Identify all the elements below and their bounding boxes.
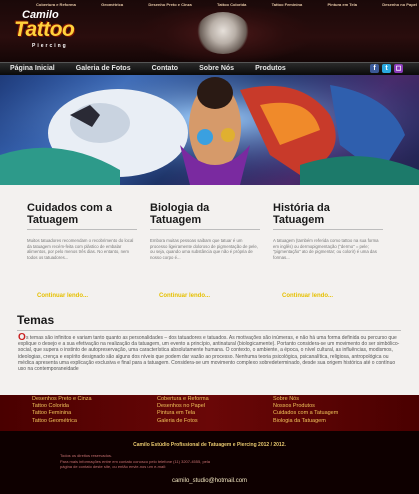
footer-link[interactable]: Pintura em Tela xyxy=(157,410,209,417)
card-title: História da Tatuagem xyxy=(273,202,330,226)
section-text: s temas são infinitos e variam tanto qua… xyxy=(18,335,400,373)
continue-reading-link[interactable]: Continuar lendo... xyxy=(37,293,88,299)
divider xyxy=(273,229,383,230)
footer-link[interactable]: Tattoo Colorida xyxy=(32,403,92,410)
card-text: A tatuagem (também referida como tattoo … xyxy=(273,238,379,260)
card-cuidados: Cuidados com a Tatuagem Muitos tatuadore… xyxy=(27,202,137,260)
footer-link[interactable]: Tattoo Feminina xyxy=(32,410,92,417)
tattoo-artwork-image xyxy=(0,75,419,185)
divider xyxy=(27,229,137,230)
logo-line-3: Piercing xyxy=(32,43,68,49)
card-title: Cuidados com a Tatuagem xyxy=(27,202,112,226)
top-link-preto-cinza[interactable]: Desenho Preto e Cinza xyxy=(148,1,191,9)
nav-item-home[interactable]: Página Inicial xyxy=(10,63,55,74)
footer-link[interactable]: Cuidados com a Tatuagem xyxy=(273,410,338,417)
card-text: Embora muitas pessoas saibam que tatuar … xyxy=(150,238,258,260)
nav-item-products[interactable]: Produtos xyxy=(255,63,286,74)
footer-note: Todos os direitos reservados. Para mais … xyxy=(60,453,360,470)
nav-item-about[interactable]: Sobre Nós xyxy=(199,63,234,74)
footer-link[interactable]: Cobertura e Reforma xyxy=(157,396,209,403)
footer-link[interactable]: Biologia da Tatuagem xyxy=(273,418,338,425)
main-nav: Página Inicial Galeria de Fotos Contato … xyxy=(0,62,419,76)
logo[interactable]: Camilo Tattoo Piercing xyxy=(8,8,100,58)
instagram-icon[interactable]: ◻ xyxy=(394,64,403,73)
rose-image xyxy=(196,12,250,54)
section-title: Temas xyxy=(17,313,55,327)
continue-reading-link[interactable]: Continuar lendo... xyxy=(159,293,210,299)
footer-link[interactable]: Sobre Nós xyxy=(273,396,338,403)
footer-column-3: Sobre Nós Nossos Produtos Cuidados com a… xyxy=(273,396,338,425)
footer-link[interactable]: Desenhos no Papel xyxy=(157,403,209,410)
divider xyxy=(17,330,401,331)
footer-link[interactable]: Galeria de Fotos xyxy=(157,418,209,425)
top-link-papel[interactable]: Desenho no Papel xyxy=(382,1,417,9)
nav-item-contact[interactable]: Contato xyxy=(152,63,178,74)
footer-link[interactable]: Tattoo Geométrica xyxy=(32,418,92,425)
footer-link[interactable]: Nossos Produtos xyxy=(273,403,338,410)
continue-reading-link[interactable]: Continuar lendo... xyxy=(282,293,333,299)
nav-item-gallery[interactable]: Galeria de Fotos xyxy=(76,63,131,74)
footer-column-2: Cobertura e Reforma Desenhos no Papel Pi… xyxy=(157,396,209,425)
divider xyxy=(150,229,260,230)
twitter-icon[interactable]: t xyxy=(382,64,391,73)
top-link-pintura[interactable]: Pintura em Tela xyxy=(328,1,358,9)
card-historia: História da Tatuagem A tatuagem (também … xyxy=(273,202,383,260)
hero-banner xyxy=(0,75,419,185)
footer-column-1: Desenhos Preto e Cinza Tattoo Colorida T… xyxy=(32,396,92,425)
facebook-icon[interactable]: f xyxy=(370,64,379,73)
card-text: Muitos tatuadores recomendam o recobrime… xyxy=(27,238,134,260)
logo-line-2: Tattoo xyxy=(14,18,75,41)
top-link-feminina[interactable]: Tattoo Feminina xyxy=(272,1,303,9)
top-link-geometrica[interactable]: Geométrica xyxy=(101,1,123,9)
footer-link[interactable]: Desenhos Preto e Cinza xyxy=(32,396,92,403)
card-biologia: Biologia da Tatuagem Embora muitas pesso… xyxy=(150,202,260,260)
top-link-colorida[interactable]: Tattoo Colorida xyxy=(217,1,246,9)
contact-text: página de contato deste site, ou então e… xyxy=(60,464,167,469)
copyright-text: Camilo Estúdio Profissional de Tatuagem … xyxy=(133,442,286,448)
card-title: Biologia da Tatuagem xyxy=(150,202,210,226)
email-link[interactable]: camilo_studio@hotmail.com xyxy=(0,478,419,484)
